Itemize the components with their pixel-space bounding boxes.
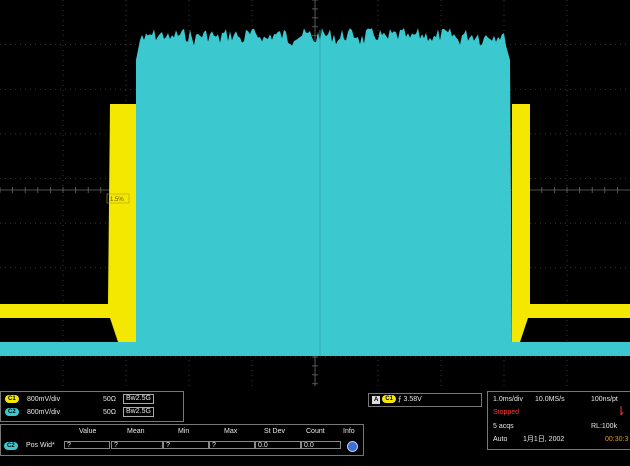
measurement-source-badge[interactable]: C2: [4, 442, 18, 450]
marker-label: 1.5%: [110, 197, 124, 203]
ch1-settings-row[interactable]: C1 800mV/div 50Ω Bw2.5G: [5, 394, 181, 404]
ch1-scale: 800mV/div: [27, 396, 61, 403]
bandwidth-limit-icon: Bw: [126, 408, 136, 415]
trigger-source-badge[interactable]: A: [372, 396, 381, 404]
measurement-header-count: Count: [306, 428, 325, 435]
ch2-burst-waveform: [136, 28, 512, 356]
ch2-settings-row[interactable]: C2 800mV/div 50Ω Bw2.5G: [5, 407, 181, 417]
ch2-impedance: 50Ω: [103, 409, 117, 416]
ch1-bandwidth: Bw2.5G: [123, 394, 154, 404]
measurement-header-stdev: St Dev: [264, 428, 286, 435]
measurement-header-min: Min: [178, 428, 190, 435]
trigger-level: 3.58V: [403, 396, 422, 403]
measurement-header-max: Max: [224, 428, 238, 435]
record-length: RL:100k: [591, 423, 618, 430]
measurement-stdev: 0.0: [255, 441, 301, 449]
time: 00:30:3: [605, 436, 629, 443]
ch1-impedance: 50Ω: [103, 396, 117, 403]
acquisition-panel: 1.0ms/div 10.0MS/s 100ns/pt Stopped ⇂ 5 …: [487, 391, 630, 450]
measurement-max: ?: [209, 441, 255, 449]
measurement-header-info: Info: [343, 428, 355, 435]
measurement-name: Pos Wid*: [26, 442, 55, 449]
horizontal-settings-row[interactable]: 1.0ms/div 10.0MS/s 100ns/pt: [493, 395, 629, 404]
ch1-badge[interactable]: C1: [5, 395, 19, 404]
bandwidth-limit-icon: Bw: [126, 395, 136, 402]
date: 1月1日, 2002: [523, 436, 565, 443]
measurement-header-value: Value: [79, 428, 97, 435]
ch2-badge[interactable]: C2: [5, 408, 19, 417]
trigger-panel[interactable]: A C1 ⨍ 3.58V: [368, 393, 482, 407]
rising-edge-icon: ⨍: [397, 396, 402, 403]
ch2-scale: 800mV/div: [27, 409, 61, 416]
measurement-min: ?: [163, 441, 209, 449]
measurement-panel: Value Mean Min Max St Dev Count Info C2 …: [0, 424, 364, 456]
waveform-display: 1.5%: [0, 0, 630, 386]
acquisition-state: Stopped: [493, 409, 520, 416]
info-icon[interactable]: [347, 441, 358, 452]
trigger-arrow-icon: ⇂: [615, 404, 626, 418]
trigger-channel-badge[interactable]: C1: [382, 395, 396, 404]
measurement-mean: ?: [111, 441, 163, 449]
acquisition-mode[interactable]: Auto: [493, 436, 507, 443]
acquisition-count: 5 acqs: [493, 423, 514, 430]
channel-settings-panel: C1 800mV/div 50Ω Bw2.5G C2 800mV/div 50Ω…: [0, 391, 184, 422]
ch2-bandwidth: Bw2.5G: [123, 407, 154, 417]
measurement-row[interactable]: C2 Pos Wid* ? ? ? ? 0.0 0.0: [4, 440, 360, 452]
measurement-count: 0.0: [301, 441, 341, 449]
resolution: 100ns/pt: [591, 396, 618, 403]
timebase: 1.0ms/div: [493, 396, 523, 403]
measurement-header-mean: Mean: [127, 428, 145, 435]
measurement-value: ?: [64, 441, 110, 449]
sample-rate: 10.0MS/s: [535, 396, 565, 403]
